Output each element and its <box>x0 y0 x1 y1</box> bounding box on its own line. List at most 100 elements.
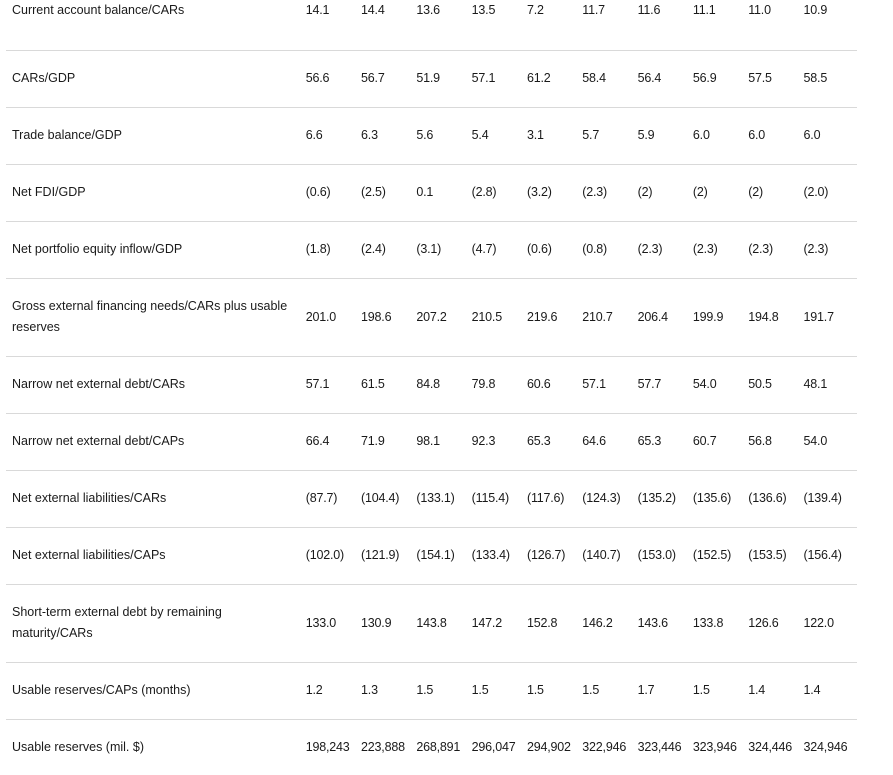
value-cell: 54.0 <box>690 356 747 414</box>
value-cell: (115.4) <box>469 470 525 528</box>
table-row: Net external liabilities/CARs (87.7) (104.… <box>6 470 857 528</box>
table-row: Trade balance/GDP 6.6 6.3 5.6 5.4 3.1 5.7 5.9 6.… <box>6 107 857 165</box>
value-cell: (2.5) <box>359 164 415 222</box>
value-cell: 14.1 <box>303 0 360 51</box>
value-cell: 48.1 <box>801 356 857 414</box>
value-cell: 58.5 <box>801 50 857 108</box>
table-row: Net portfolio equity inflow/GDP (1.8) (2.4… <box>6 221 857 279</box>
table-row: Gross external financing needs/CARs plus… <box>6 278 857 357</box>
table-row: Current account balance/CARs 14.1 14.4 13.6… <box>6 0 857 51</box>
value-cell: 54.0 <box>801 413 857 471</box>
value-cell: 1.3 <box>359 662 415 720</box>
value-cell: 5.9 <box>635 107 691 165</box>
value-cell: 64.6 <box>580 413 636 471</box>
value-cell: 1.4 <box>746 662 802 720</box>
value-cell: (133.1) <box>414 470 470 528</box>
value-cell: 56.6 <box>303 50 360 108</box>
value-cell: 296,047 <box>471 739 516 754</box>
table-row: Net external liabilities/CAPs (102.0) (121… <box>6 527 857 585</box>
value-cell: (2.4) <box>359 221 415 279</box>
value-cell: 5.6 <box>414 107 470 165</box>
value-cell: 324,446 <box>748 739 793 754</box>
value-cell: 147.2 <box>469 584 525 663</box>
value-cell: 57.7 <box>635 356 691 414</box>
value-cell: (2) <box>690 164 747 222</box>
value-cell: 130.9 <box>359 584 415 663</box>
value-cell: 122.0 <box>801 584 857 663</box>
value-cell: 194.8 <box>746 278 802 357</box>
value-cell: (4.7) <box>469 221 525 279</box>
value-cell: (2.3) <box>801 221 857 279</box>
value-cell: (2) <box>635 164 691 222</box>
row-label: Narrow net external debt/CAPs <box>6 413 304 471</box>
value-cell: 65.3 <box>635 413 691 471</box>
value-cell: 14.4 <box>359 0 415 51</box>
value-cell: 13.5 <box>469 0 525 51</box>
value-cell: (1.8) <box>303 221 360 279</box>
value-cell: 10.9 <box>801 0 857 51</box>
value-cell: 56.9 <box>690 50 747 108</box>
value-cell: (102.0) <box>303 527 360 585</box>
value-cell: 56.7 <box>359 50 415 108</box>
value-cell: 3.1 <box>524 107 581 165</box>
value-cell: 13.6 <box>414 0 470 51</box>
value-cell: 11.7 <box>580 0 636 51</box>
value-cell: 219.6 <box>524 278 581 357</box>
external-indicators-table: Current account balance/CARs 14.1 14.4 13.6… <box>6 0 857 775</box>
value-cell: (121.9) <box>359 527 415 585</box>
value-cell: 1.5 <box>524 662 581 720</box>
value-cell: 71.9 <box>359 413 415 471</box>
row-label: Net portfolio equity inflow/GDP <box>6 221 304 279</box>
value-cell: 11.0 <box>746 0 802 51</box>
value-cell: 65.3 <box>524 413 581 471</box>
value-cell: 1.4 <box>801 662 857 720</box>
row-label: CARs/GDP <box>6 50 304 108</box>
row-label: Net FDI/GDP <box>6 164 304 222</box>
value-cell: 57.5 <box>746 50 802 108</box>
value-cell: 323,446 <box>637 739 682 754</box>
value-cell: 126.6 <box>746 584 802 663</box>
value-cell: 58.4 <box>580 50 636 108</box>
value-cell: 57.1 <box>580 356 636 414</box>
value-cell: 210.7 <box>580 278 636 357</box>
row-label: Usable reserves (mil. $) <box>12 739 144 754</box>
value-cell: 201.0 <box>303 278 360 357</box>
value-cell: 1.5 <box>414 662 470 720</box>
value-cell: 223,888 <box>361 739 405 754</box>
value-cell: (153.5) <box>746 527 802 585</box>
value-cell: 61.5 <box>359 356 415 414</box>
value-cell: (87.7) <box>303 470 360 528</box>
value-cell: (126.7) <box>524 527 581 585</box>
value-cell: 323,946 <box>692 739 737 754</box>
value-cell: 1.7 <box>635 662 691 720</box>
value-cell: 198,243 <box>305 739 350 754</box>
value-cell: 322,946 <box>582 739 627 754</box>
value-cell: 6.0 <box>746 107 802 165</box>
value-cell: 66.4 <box>303 413 360 471</box>
value-cell: 6.6 <box>303 107 360 165</box>
row-label: Net external liabilities/CARs <box>6 470 304 528</box>
table-row: Net FDI/GDP (0.6) (2.5) 0.1 (2.8) (3.2) (2.3)(… <box>6 164 857 222</box>
row-label: Narrow net external debt/CARs <box>6 356 304 414</box>
table-body: Current account balance/CARs 14.1 14.4 13.6… <box>6 0 857 775</box>
value-cell: 11.6 <box>635 0 691 51</box>
value-cell: (135.2) <box>635 470 691 528</box>
value-cell: (139.4) <box>801 470 857 528</box>
value-cell: (154.1) <box>414 527 470 585</box>
value-cell: 133.0 <box>303 584 360 663</box>
row-label: Gross external financing needs/CARs plus… <box>6 278 304 357</box>
value-cell: 133.8 <box>690 584 747 663</box>
value-cell: (0.8) <box>580 221 636 279</box>
table-row: CARs/GDP 56.6 56.7 51.9 57.1 61.2 58.4 56.4 56.9… <box>6 50 857 108</box>
value-cell: (104.4) <box>359 470 415 528</box>
value-cell: 7.2 <box>524 0 581 51</box>
value-cell: (2.3) <box>690 221 747 279</box>
value-cell: 1.5 <box>580 662 636 720</box>
row-label: Short-term external debt by remaining ma… <box>6 584 304 663</box>
value-cell: 191.7 <box>801 278 857 357</box>
value-cell: (2.3) <box>635 221 691 279</box>
value-cell: 60.7 <box>690 413 747 471</box>
value-cell: 84.8 <box>414 356 470 414</box>
value-cell: (0.6) <box>524 221 581 279</box>
value-cell: 199.9 <box>690 278 747 357</box>
